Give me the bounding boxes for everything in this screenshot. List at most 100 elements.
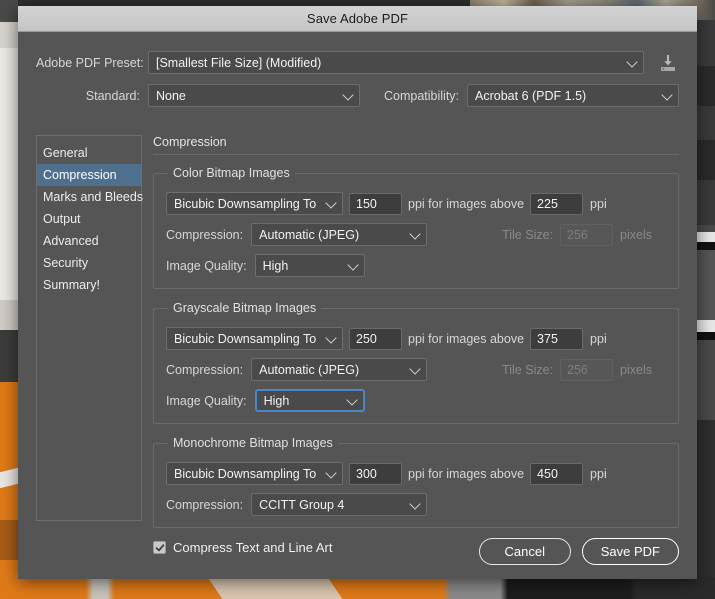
compression-row: Compression: Automatic (JPEG) Tile Size: 25…: [166, 358, 666, 381]
sidebar-item-label: Summary!: [43, 278, 100, 292]
dialog-footer: Cancel Save PDF: [478, 538, 679, 565]
dialog-titlebar: Save Adobe PDF: [18, 6, 697, 32]
compression-select[interactable]: Automatic (JPEG): [251, 358, 428, 381]
preset-row: Adobe PDF Preset: [Smallest File Size] (…: [18, 51, 697, 74]
compression-label: Compression:: [166, 497, 244, 512]
downsample-ppi-input[interactable]: 300: [349, 462, 402, 485]
downsample-ppi-input[interactable]: 150: [349, 192, 402, 215]
background-left-artboard: [0, 0, 18, 599]
sidebar-item-compression[interactable]: Compression: [37, 164, 141, 186]
compress-text-checkbox[interactable]: [153, 541, 166, 554]
sidebar-item-label: General: [43, 146, 88, 160]
compression-value: CCITT Group 4: [259, 497, 345, 512]
chevron-down-icon: [342, 88, 354, 101]
downsample-row: Bicubic Downsampling To 150 ppi for images…: [166, 192, 666, 215]
compatibility-label: Compatibility:: [384, 88, 460, 103]
standard-select[interactable]: None: [148, 84, 360, 107]
sidebar-item-label: Advanced: [43, 234, 99, 248]
group-legend: Monochrome Bitmap Images: [173, 436, 333, 450]
threshold-ppi-input[interactable]: 450: [530, 462, 584, 485]
preset-value: [Smallest File Size] (Modified): [156, 55, 322, 70]
compression-select[interactable]: Automatic (JPEG): [251, 223, 428, 246]
compression-label: Compression:: [166, 227, 244, 242]
downsample-ppi-input[interactable]: 250: [349, 327, 402, 350]
downsample-mid-label: ppi for images above: [408, 331, 525, 346]
chevron-down-icon: [661, 88, 673, 101]
chevron-down-icon: [346, 258, 359, 271]
threshold-ppi-input[interactable]: 225: [530, 192, 584, 215]
ppi-unit-label: ppi: [590, 331, 607, 346]
cancel-button[interactable]: Cancel: [478, 538, 571, 565]
downsample-method-select[interactable]: Bicubic Downsampling To: [166, 462, 343, 485]
chevron-down-icon: [325, 331, 337, 344]
group-grayscale-bitmap-images: Grayscale Bitmap Images Bicubic Downsampl…: [153, 301, 679, 424]
standard-value: None: [156, 88, 186, 103]
image-quality-label: Image Quality:: [166, 258, 247, 273]
sidebar-item-general[interactable]: General: [37, 142, 141, 164]
compression-value: Automatic (JPEG): [259, 227, 360, 242]
sidebar-item-label: Security: [43, 256, 89, 270]
panel-title: Compression: [153, 135, 679, 155]
image-quality-select[interactable]: High: [254, 389, 365, 412]
sidebar-item-label: Marks and Bleeds: [43, 190, 144, 204]
threshold-ppi-value: 375: [537, 331, 558, 346]
image-quality-value: High: [263, 393, 290, 408]
chevron-down-icon: [626, 55, 638, 68]
downsample-method-select[interactable]: Bicubic Downsampling To: [166, 327, 343, 350]
standard-label: Standard:: [85, 88, 140, 103]
save-preset-icon[interactable]: [657, 52, 679, 74]
tile-size-value: 256: [567, 362, 588, 377]
sidebar-item-security[interactable]: Security: [37, 252, 141, 274]
downsample-ppi-value: 300: [356, 466, 377, 481]
dialog-body: Adobe PDF Preset: [Smallest File Size] (…: [18, 32, 697, 579]
compression-label: Compression:: [166, 362, 244, 377]
compression-panel: Compression Color Bitmap Images Bicubic D…: [153, 135, 679, 555]
preset-select[interactable]: [Smallest File Size] (Modified): [148, 51, 644, 74]
chevron-down-icon: [409, 362, 421, 375]
downsample-method-value: Bicubic Downsampling To: [174, 196, 317, 211]
tile-size-input: 256: [560, 358, 614, 381]
image-quality-select[interactable]: High: [254, 254, 365, 277]
group-legend: Grayscale Bitmap Images: [173, 301, 317, 315]
compression-value: Automatic (JPEG): [259, 362, 360, 377]
threshold-ppi-input[interactable]: 375: [530, 327, 584, 350]
threshold-ppi-value: 225: [537, 196, 558, 211]
downsample-mid-label: ppi for images above: [408, 196, 525, 211]
sidebar-item-output[interactable]: Output: [37, 208, 141, 230]
image-quality-row: Image Quality: High: [166, 389, 666, 412]
chevron-down-icon: [325, 196, 337, 209]
sidebar-item-marks-and-bleeds[interactable]: Marks and Bleeds: [37, 186, 144, 208]
tile-size-label: Tile Size:: [502, 362, 554, 377]
background-right-panel: [697, 20, 715, 420]
sidebar-item-label: Compression: [43, 168, 117, 182]
dialog-title: Save Adobe PDF: [306, 11, 409, 26]
compress-text-label: Compress Text and Line Art: [173, 540, 333, 555]
preset-label: Adobe PDF Preset:: [36, 55, 144, 70]
compatibility-select[interactable]: Acrobat 6 (PDF 1.5): [467, 84, 679, 107]
standard-compatibility-row: Standard: None Compatibility: Acrobat 6 …: [18, 84, 697, 107]
save-adobe-pdf-dialog: Save Adobe PDF Adobe PDF Preset: [Smalle…: [18, 6, 697, 579]
save-pdf-button[interactable]: Save PDF: [581, 538, 679, 565]
image-quality-label: Image Quality:: [166, 393, 247, 408]
group-color-bitmap-images: Color Bitmap Images Bicubic Downsampling …: [153, 166, 679, 289]
downsample-method-value: Bicubic Downsampling To: [174, 331, 317, 346]
group-legend: Color Bitmap Images: [173, 166, 290, 180]
compression-select[interactable]: CCITT Group 4: [251, 493, 428, 516]
group-monochrome-bitmap-images: Monochrome Bitmap Images Bicubic Downsamp…: [153, 436, 679, 528]
chevron-down-icon: [325, 466, 337, 479]
threshold-ppi-value: 450: [537, 466, 558, 481]
tile-size-unit-label: pixels: [620, 227, 652, 242]
sidebar-item-label: Output: [43, 212, 81, 226]
tile-size-label: Tile Size:: [502, 227, 554, 242]
check-icon: [155, 543, 164, 551]
tile-size-input: 256: [560, 223, 614, 246]
ppi-unit-label: ppi: [590, 466, 607, 481]
chevron-down-icon: [409, 227, 421, 240]
downsample-method-value: Bicubic Downsampling To: [174, 466, 317, 481]
sidebar-item-summary[interactable]: Summary!: [37, 274, 141, 296]
downsample-row: Bicubic Downsampling To 300 ppi for images…: [166, 462, 666, 485]
downsample-method-select[interactable]: Bicubic Downsampling To: [166, 192, 343, 215]
sidebar-item-advanced[interactable]: Advanced: [37, 230, 141, 252]
dialog-content-split: General Compression Marks and Bleeds Output…: [36, 135, 679, 555]
downsample-ppi-value: 150: [356, 196, 377, 211]
